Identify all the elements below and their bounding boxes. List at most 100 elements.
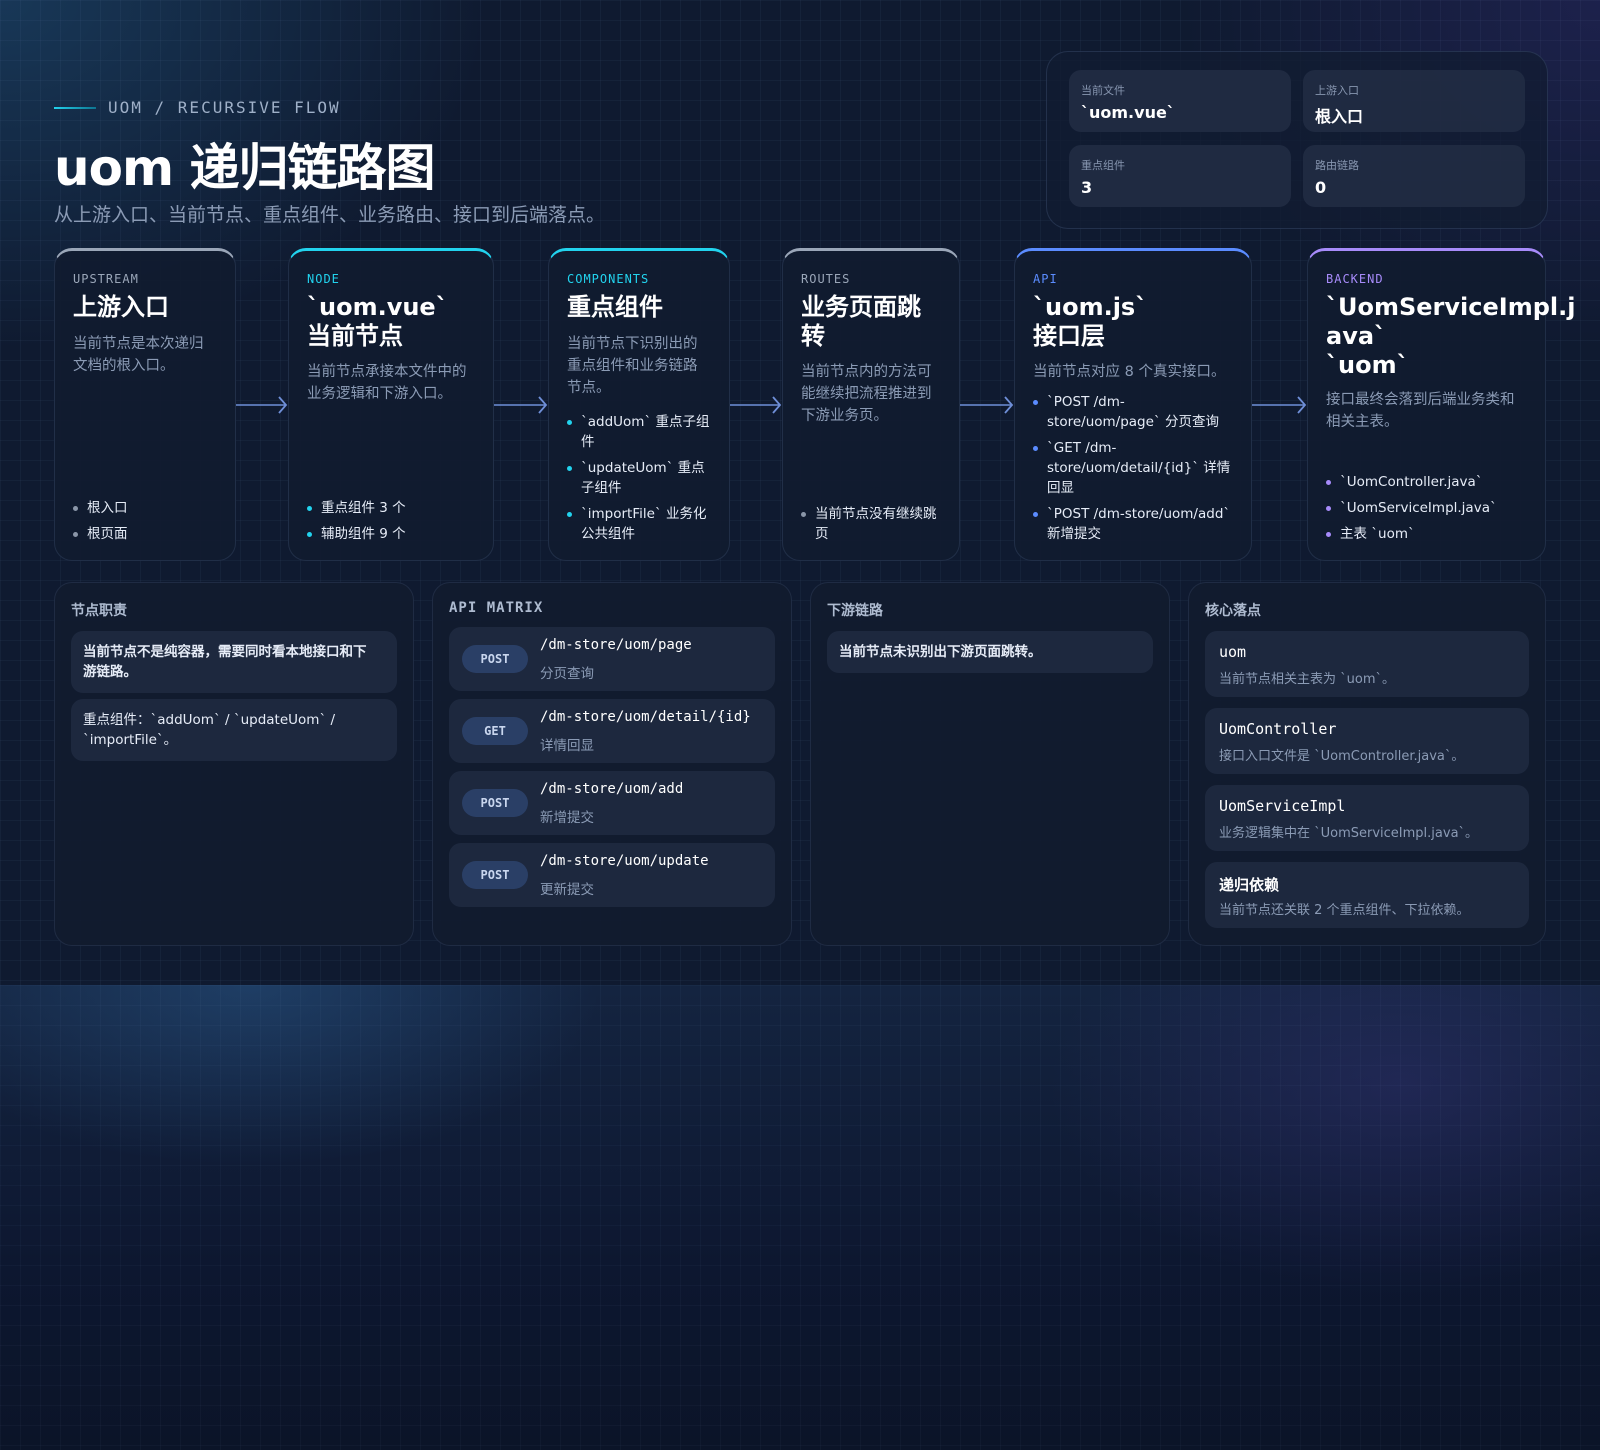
card-title: 业务页面跳转 [801, 293, 949, 351]
core-item-title: 递归依赖 [1219, 876, 1280, 894]
stat-label: 路由链路 [1315, 159, 1359, 172]
panel-title: API MATRIX [449, 600, 544, 616]
core-item-desc: 接口入口文件是 `UomController.java`。 [1219, 749, 1465, 764]
flow-arrow-icon [236, 396, 288, 414]
card-tag: ROUTES [801, 272, 851, 286]
flow-card-api: API `uom.js` 接口层 当前节点对应 8 个真实接口。 `POST /dm-s… [1014, 248, 1252, 561]
stat-value: 3 [1081, 178, 1093, 197]
panel-downstream: 下游链路 当前节点未识别出下游页面跳转。 [810, 582, 1170, 946]
card-list-line: `POST /dm- [1047, 394, 1125, 410]
card-list-item: 根入口 [73, 498, 223, 518]
core-item: UomServiceImpl 业务逻辑集中在 `UomServiceImpl.j… [1205, 785, 1529, 851]
card-list-line: 根入口 [87, 500, 128, 516]
bullet-dot-icon [1326, 506, 1331, 511]
card-list: 当前节点没有继续跳页 [801, 498, 947, 544]
flow-card-upstream: UPSTREAM 上游入口当前节点是本次递归 文档的根入口。根入口根页面 [54, 248, 236, 561]
note-line: 当前节点不是纯容器，需要同时看本地接口和下 [83, 644, 367, 660]
card-list-line: 主表 `uom` [1340, 526, 1415, 542]
stat-key-components: 重点组件 3 [1069, 145, 1291, 207]
duty-note: 当前节点不是纯容器，需要同时看本地接口和下 游链路。 [71, 631, 397, 693]
card-list-line: `GET /dm- [1047, 440, 1117, 456]
core-item-desc: 当前节点还关联 2 个重点组件、下拉依赖。 [1219, 903, 1470, 918]
bullet-dot-icon [307, 532, 312, 537]
card-list-item: `UomController.java` [1326, 472, 1533, 492]
card-description-line: 相关主表。 [1326, 414, 1399, 430]
api-desc: 分页查询 [540, 666, 594, 682]
card-list-item: 辅助组件 9 个 [307, 524, 481, 544]
card-title-line: `UomServiceImpl.j [1326, 293, 1576, 321]
card-list: `POST /dm-store/uom/page` 分页查询 `GET /dm-s… [1033, 386, 1239, 544]
api-desc: 更新提交 [540, 882, 594, 898]
downstream-note: 当前节点未识别出下游页面跳转。 [827, 631, 1153, 673]
card-title-line: 业务页面跳 [801, 293, 921, 321]
bullet-dot-icon [801, 512, 806, 517]
core-item-title: uom [1219, 643, 1247, 661]
page-title: uom 递归链路图 [54, 139, 435, 197]
core-item: 递归依赖 当前节点还关联 2 个重点组件、下拉依赖。 [1205, 862, 1529, 928]
core-item: UomController 接口入口文件是 `UomController.jav… [1205, 708, 1529, 774]
card-list-line: `UomController.java` [1340, 474, 1483, 490]
card-description-line: 节点。 [567, 380, 611, 396]
api-row[interactable]: GET /dm-store/uom/detail/{id} 详情回显 [449, 699, 775, 763]
card-list: `UomController.java` `UomServiceImpl.java… [1326, 466, 1533, 544]
core-item: uom 当前节点相关主表为 `uom`。 [1205, 631, 1529, 697]
card-list: 根入口 根页面 [73, 492, 223, 544]
card-list-line: 子组件 [581, 480, 622, 496]
card-list-item: `UomServiceImpl.java` [1326, 498, 1533, 518]
card-list-item: 重点组件 3 个 [307, 498, 481, 518]
api-row[interactable]: POST /dm-store/uom/update 更新提交 [449, 843, 775, 907]
bullet-dot-icon [307, 506, 312, 511]
api-path: /dm-store/uom/update [540, 853, 709, 869]
flow-card-backend: BACKEND `UomServiceImpl.j ava` `uom` 接口最终会落到… [1307, 248, 1576, 561]
card-description: 当前节点内的方法可 能继续把流程推进到 下游业务页。 [801, 361, 945, 427]
api-method-badge: POST [462, 645, 528, 673]
bullet-dot-icon [1033, 400, 1038, 405]
card-title: 上游入口 [73, 293, 225, 322]
card-title-line: 转 [801, 322, 825, 350]
flow-card-node: NODE `uom.vue` 当前节点 当前节点承接本文件中的 业务逻辑和下游入口。 重点… [288, 248, 494, 561]
card-list-item: `addUom` 重点子组件 [567, 412, 717, 452]
card-description-line: 下游业务页。 [801, 408, 888, 424]
card-list-line: `UomServiceImpl.java` [1340, 500, 1497, 516]
stat-route-links: 路由链路 0 [1303, 145, 1525, 207]
note-line: 当前节点未识别出下游页面跳转。 [839, 644, 1042, 660]
panel-core-landing: 核心落点 uom 当前节点相关主表为 `uom`。 UomController … [1188, 582, 1546, 946]
card-title: `uom.vue` 当前节点 [307, 293, 483, 351]
panel-node-duty: 节点职责 当前节点不是纯容器，需要同时看本地接口和下 游链路。 重点组件：`ad… [54, 582, 414, 946]
card-description-line: 业务逻辑和下游入口。 [307, 386, 452, 402]
api-row[interactable]: POST /dm-store/uom/page 分页查询 [449, 627, 775, 691]
flow-arrow-icon [960, 396, 1014, 414]
card-description: 当前节点对应 8 个真实接口。 [1033, 361, 1237, 383]
flow-card-routes: ROUTES 业务页面跳转当前节点内的方法可 能继续把流程推进到 下游业务页。当前节点… [782, 248, 960, 561]
api-desc: 新增提交 [540, 810, 594, 826]
card-list-line: store/uom/page` 分页查询 [1047, 414, 1219, 430]
card-list-item: `updateUom` 重点 子组件 [567, 458, 717, 498]
card-description: 当前节点是本次递归 文档的根入口。 [73, 333, 221, 377]
card-tag: UPSTREAM [73, 272, 139, 286]
api-row[interactable]: POST /dm-store/uom/add 新增提交 [449, 771, 775, 835]
card-description-line: 当前节点承接本文件中的 [307, 364, 467, 380]
card-title-line: `uom` [1326, 351, 1409, 379]
stat-label: 当前文件 [1081, 84, 1125, 97]
card-description: 接口最终会落到后端业务类和 相关主表。 [1326, 389, 1531, 433]
card-description-line: 当前节点是本次递归 [73, 336, 204, 352]
card-description-line: 当前节点对应 8 个真实接口。 [1033, 364, 1226, 380]
card-list: 重点组件 3 个辅助组件 9 个 [307, 492, 481, 544]
card-list-item: `POST /dm-store/uom/page` 分页查询 [1033, 392, 1239, 432]
stat-upstream-entry: 上游入口 根入口 [1303, 70, 1525, 132]
api-path: /dm-store/uom/add [540, 781, 684, 797]
stat-label: 上游入口 [1315, 84, 1359, 97]
card-list-line: 根页面 [87, 526, 128, 542]
api-desc: 详情回显 [540, 738, 594, 754]
card-description: 当前节点下识别出的 重点组件和业务链路 节点。 [567, 333, 715, 399]
card-list-item: `POST /dm-store/uom/add` 新增提交 [1033, 504, 1239, 544]
card-list-line: 辅助组件 9 个 [321, 526, 406, 542]
note-line: 游链路。 [83, 664, 137, 680]
card-list-line: `POST /dm-store/uom/add` [1047, 506, 1231, 522]
stat-label: 重点组件 [1081, 159, 1125, 172]
card-description-line: 当前节点下识别出的 [567, 336, 698, 352]
bullet-dot-icon [1033, 512, 1038, 517]
api-path: /dm-store/uom/page [540, 637, 692, 653]
card-list-line: 公共组件 [581, 526, 635, 542]
bullet-dot-icon [73, 506, 78, 511]
